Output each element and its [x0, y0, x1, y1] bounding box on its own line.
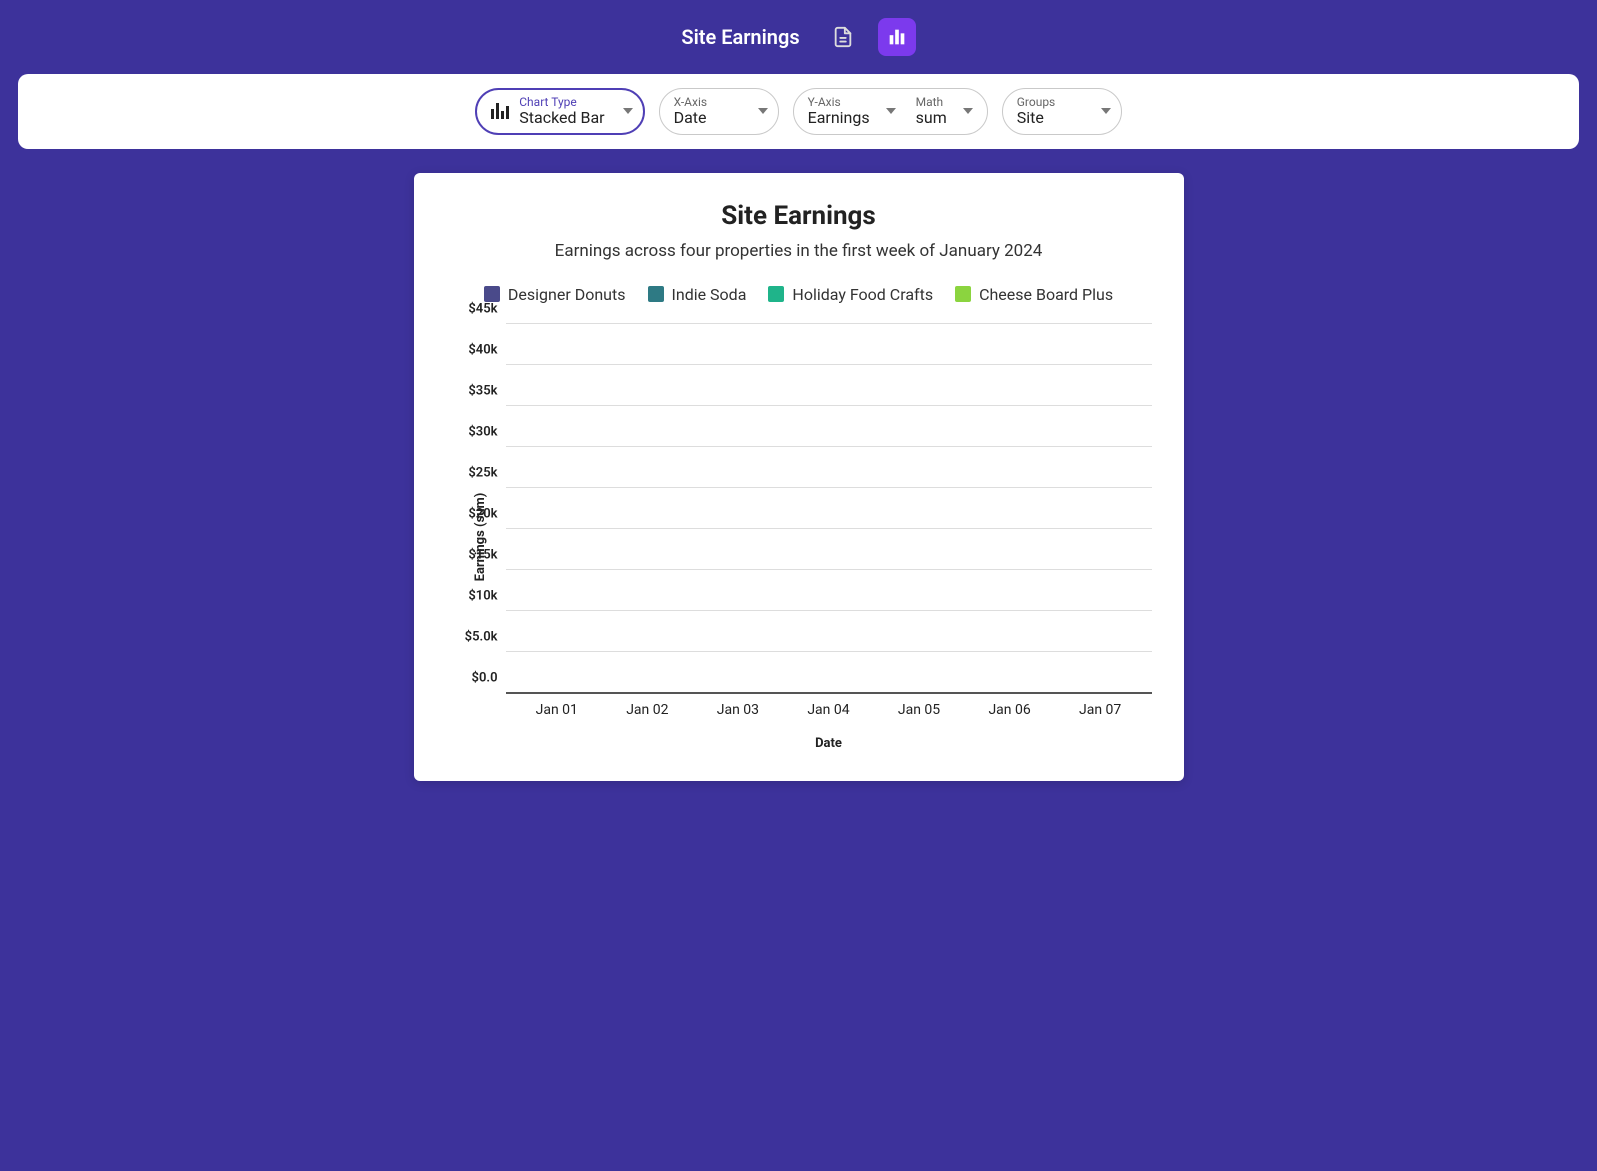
- legend-label: Cheese Board Plus: [979, 285, 1113, 304]
- legend-swatch: [648, 286, 664, 302]
- y-tick-label: $5.0k: [465, 629, 498, 644]
- y-axis-field[interactable]: Y-Axis Earnings: [808, 96, 896, 127]
- gridline: [506, 692, 1152, 693]
- y-axis-math[interactable]: Math sum: [916, 96, 973, 127]
- selector-value: Date: [674, 109, 707, 127]
- legend-swatch: [768, 286, 784, 302]
- legend-swatch: [484, 286, 500, 302]
- x-ticks: Jan 01 Jan 02 Jan 03 Jan 04 Jan 05 Jan 06 Jan …: [506, 694, 1152, 718]
- selector-value: sum: [916, 109, 947, 127]
- y-tick-label: $25k: [468, 465, 497, 480]
- chevron-down-icon: [758, 108, 768, 114]
- legend-swatch: [955, 286, 971, 302]
- x-tick-label: Jan 06: [972, 702, 1048, 718]
- selector-value: Earnings: [808, 109, 870, 127]
- view-mode-switch: [824, 18, 916, 56]
- stacked-bar-icon: [491, 103, 509, 119]
- gridline: [506, 528, 1152, 529]
- x-tick-label: Jan 04: [790, 702, 866, 718]
- gridline: [506, 610, 1152, 611]
- gridline: [506, 651, 1152, 652]
- document-icon: [832, 26, 854, 48]
- legend-item[interactable]: Holiday Food Crafts: [768, 285, 933, 304]
- legend: Designer Donuts Indie Soda Holiday Food Cr…: [436, 285, 1162, 304]
- gridline: [506, 569, 1152, 570]
- gridline: [506, 405, 1152, 406]
- chart-title: Site Earnings: [436, 201, 1162, 231]
- x-tick-label: Jan 01: [519, 702, 595, 718]
- page-title: Site Earnings: [681, 25, 799, 49]
- chart-subtitle: Earnings across four properties in the f…: [436, 241, 1162, 261]
- legend-label: Holiday Food Crafts: [792, 285, 933, 304]
- y-tick-label: $45k: [468, 301, 497, 316]
- gridline: [506, 323, 1152, 324]
- gridline: [506, 446, 1152, 447]
- y-tick-label: $0.0: [472, 670, 498, 685]
- x-tick-label: Jan 07: [1062, 702, 1138, 718]
- controls-bar: Chart Type Stacked Bar X-Axis Date Y-Axi…: [18, 74, 1579, 149]
- chevron-down-icon: [963, 108, 973, 114]
- chevron-down-icon: [1101, 108, 1111, 114]
- gridline: [506, 364, 1152, 365]
- legend-item[interactable]: Indie Soda: [648, 285, 747, 304]
- plot-area: Earnings (sum) $0.0$5.0k$10k$15k$20k$25k…: [436, 324, 1162, 751]
- document-view-button[interactable]: [824, 18, 862, 56]
- y-tick-label: $10k: [468, 588, 497, 603]
- legend-label: Designer Donuts: [508, 285, 626, 304]
- legend-item[interactable]: Cheese Board Plus: [955, 285, 1113, 304]
- y-tick-label: $35k: [468, 383, 497, 398]
- y-tick-label: $30k: [468, 424, 497, 439]
- bar-chart-icon: [886, 26, 908, 48]
- groups-selector[interactable]: Groups Site: [1002, 88, 1122, 135]
- header: Site Earnings: [0, 0, 1597, 74]
- bars-container: [506, 324, 1152, 693]
- chart-view-button[interactable]: [878, 18, 916, 56]
- x-axis-selector[interactable]: X-Axis Date: [659, 88, 779, 135]
- gridline: [506, 487, 1152, 488]
- legend-label: Indie Soda: [672, 285, 747, 304]
- chart-card: Site Earnings Earnings across four prope…: [414, 173, 1184, 781]
- selector-value: Stacked Bar: [519, 109, 604, 127]
- x-tick-label: Jan 03: [700, 702, 776, 718]
- chevron-down-icon: [623, 108, 633, 114]
- x-axis-label: Date: [506, 736, 1152, 751]
- plot: $0.0$5.0k$10k$15k$20k$25k$30k$35k$40k$45…: [506, 324, 1152, 694]
- chart-type-selector[interactable]: Chart Type Stacked Bar: [475, 88, 644, 135]
- y-axis-selector[interactable]: Y-Axis Earnings Math sum: [793, 88, 988, 135]
- y-tick-label: $20k: [468, 506, 497, 521]
- legend-item[interactable]: Designer Donuts: [484, 285, 626, 304]
- selector-value: Site: [1017, 109, 1056, 127]
- chevron-down-icon: [886, 108, 896, 114]
- y-tick-label: $40k: [468, 342, 497, 357]
- x-tick-label: Jan 02: [609, 702, 685, 718]
- x-tick-label: Jan 05: [881, 702, 957, 718]
- y-tick-label: $15k: [468, 547, 497, 562]
